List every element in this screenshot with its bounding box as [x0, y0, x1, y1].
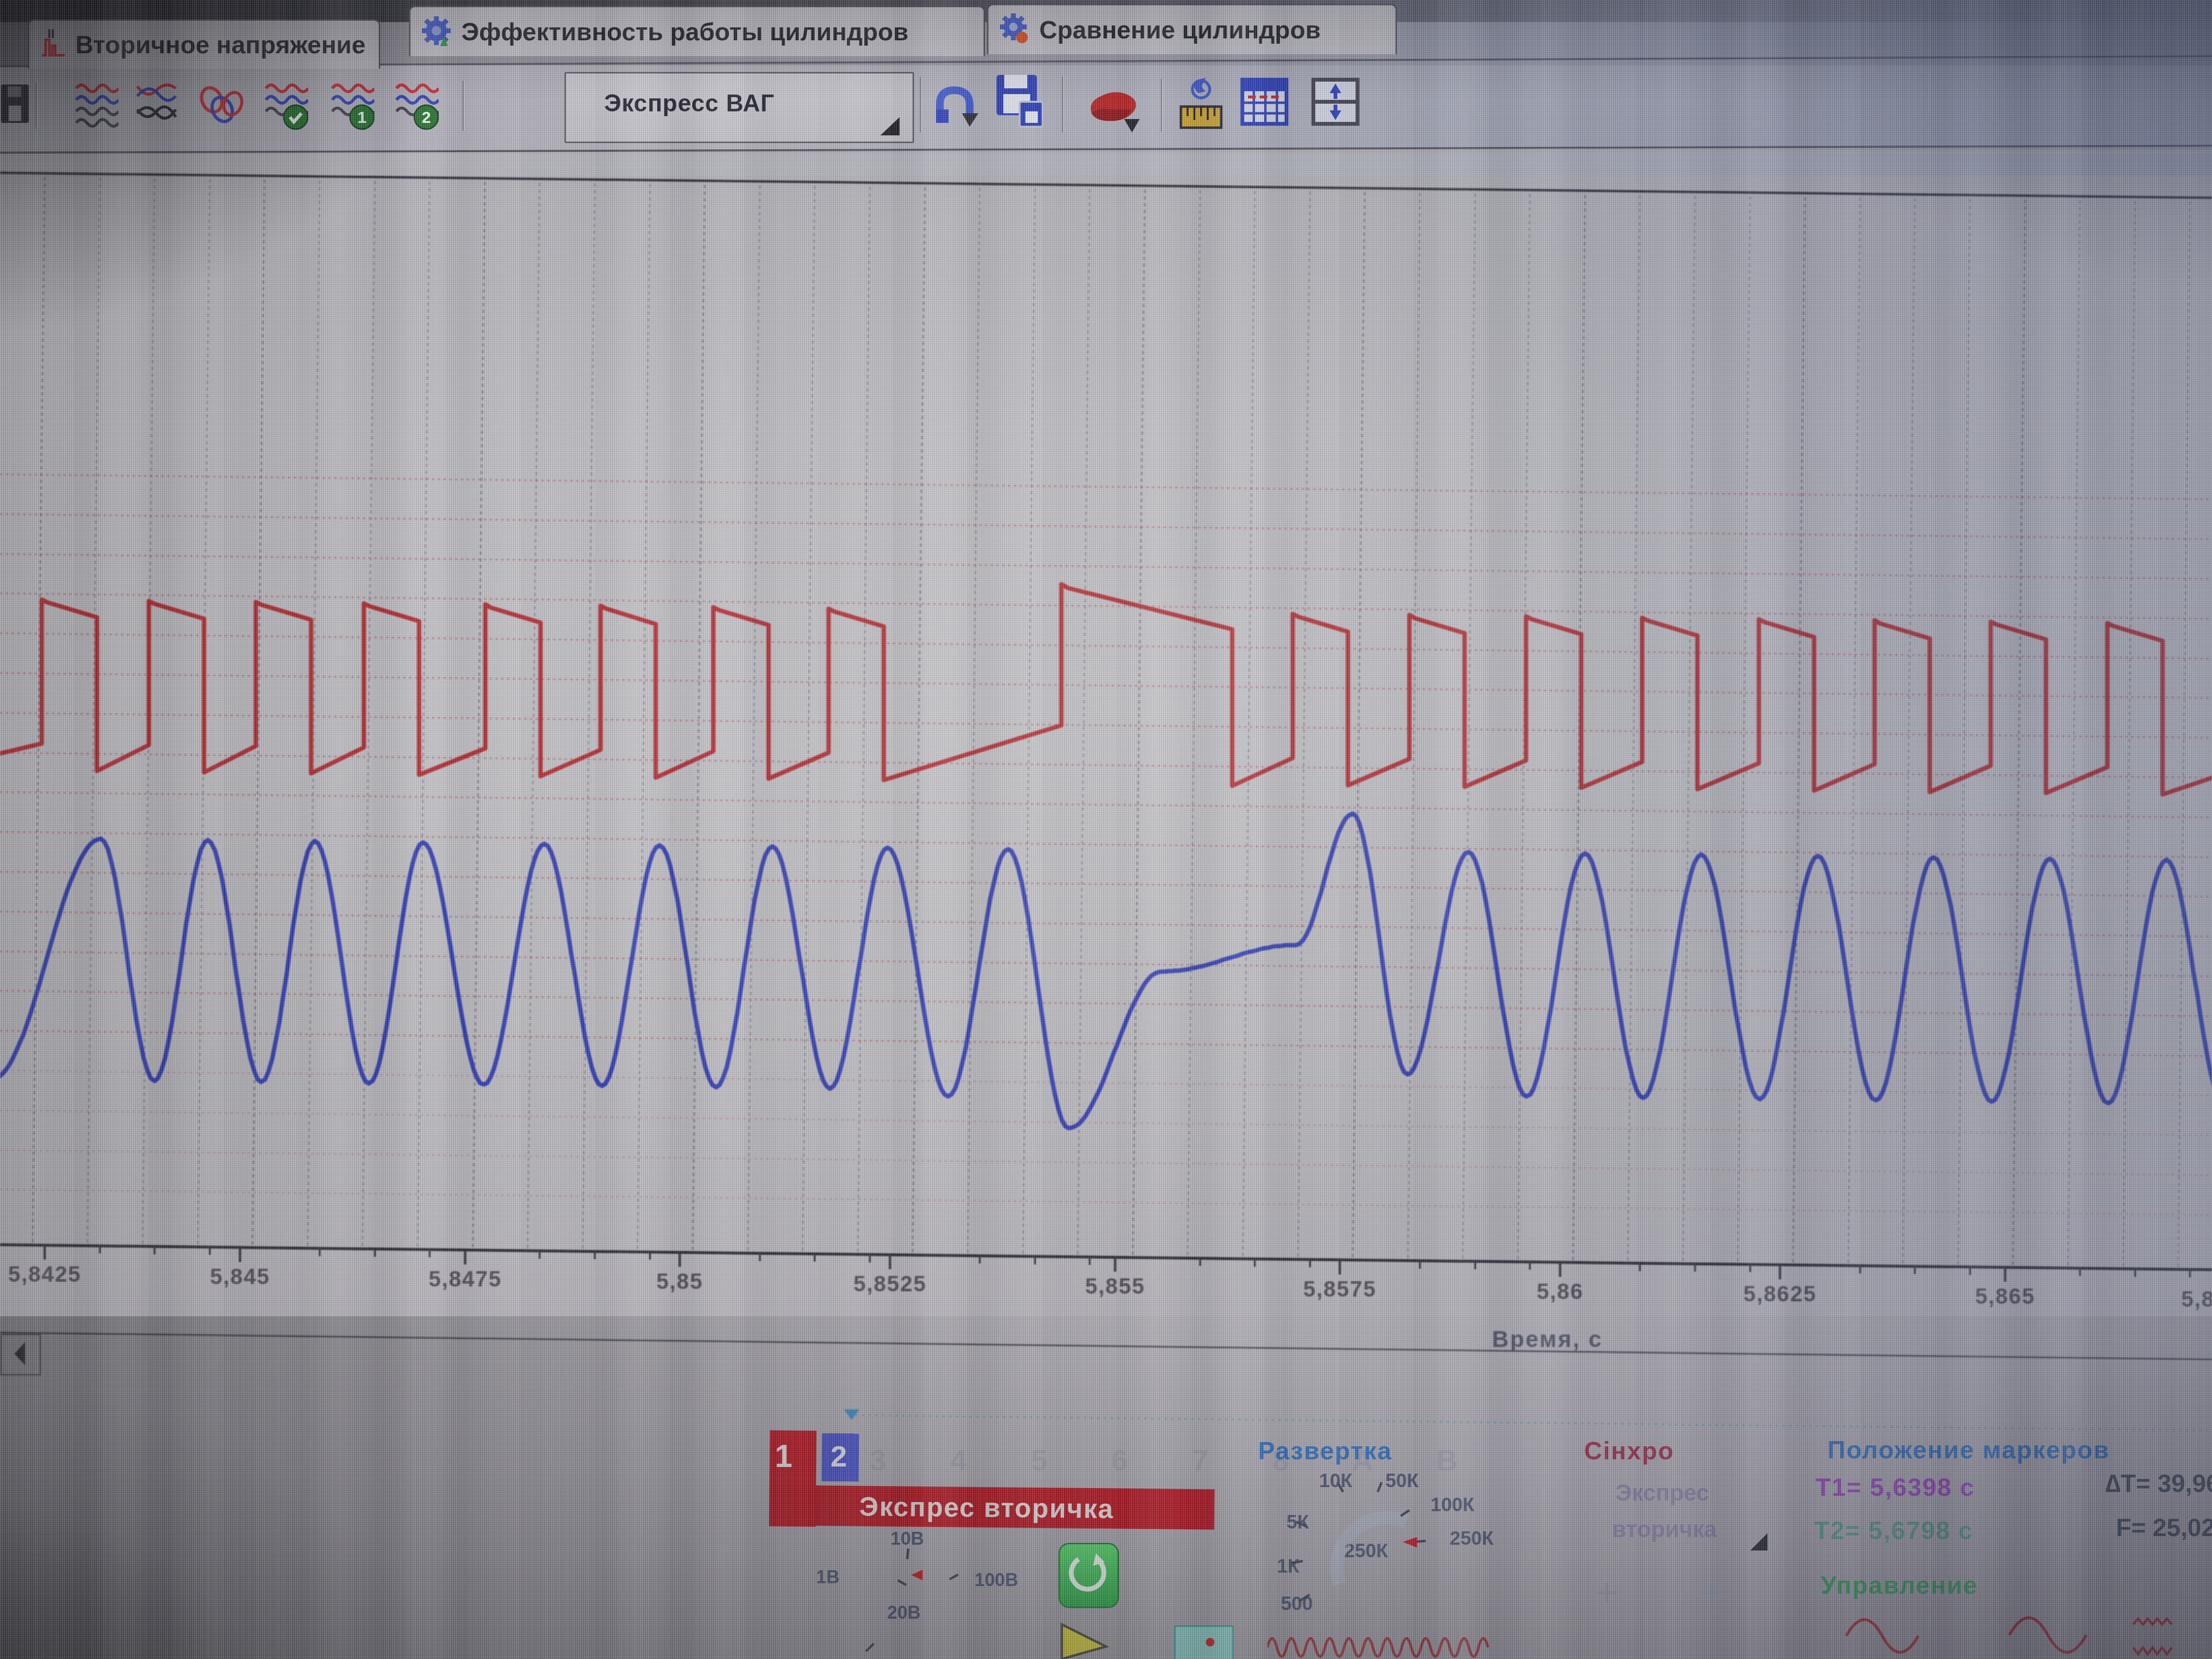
- svg-text:Время, с: Время, с: [1492, 1326, 1603, 1352]
- svg-text:5,845: 5,845: [210, 1264, 270, 1289]
- svg-text:5,865: 5,865: [1975, 1284, 2035, 1309]
- svg-text:5,8525: 5,8525: [854, 1271, 927, 1296]
- svg-text:5,8425: 5,8425: [8, 1262, 82, 1286]
- svg-text:5,8625: 5,8625: [1743, 1281, 1817, 1306]
- svg-text:5,8475: 5,8475: [429, 1266, 502, 1291]
- svg-text:5,86: 5,86: [1537, 1279, 1584, 1304]
- svg-text:5,85: 5,85: [656, 1269, 703, 1294]
- svg-text:5,855: 5,855: [1085, 1274, 1145, 1298]
- svg-text:5,8675: 5,8675: [2181, 1286, 2212, 1311]
- svg-text:5,8575: 5,8575: [1303, 1276, 1377, 1301]
